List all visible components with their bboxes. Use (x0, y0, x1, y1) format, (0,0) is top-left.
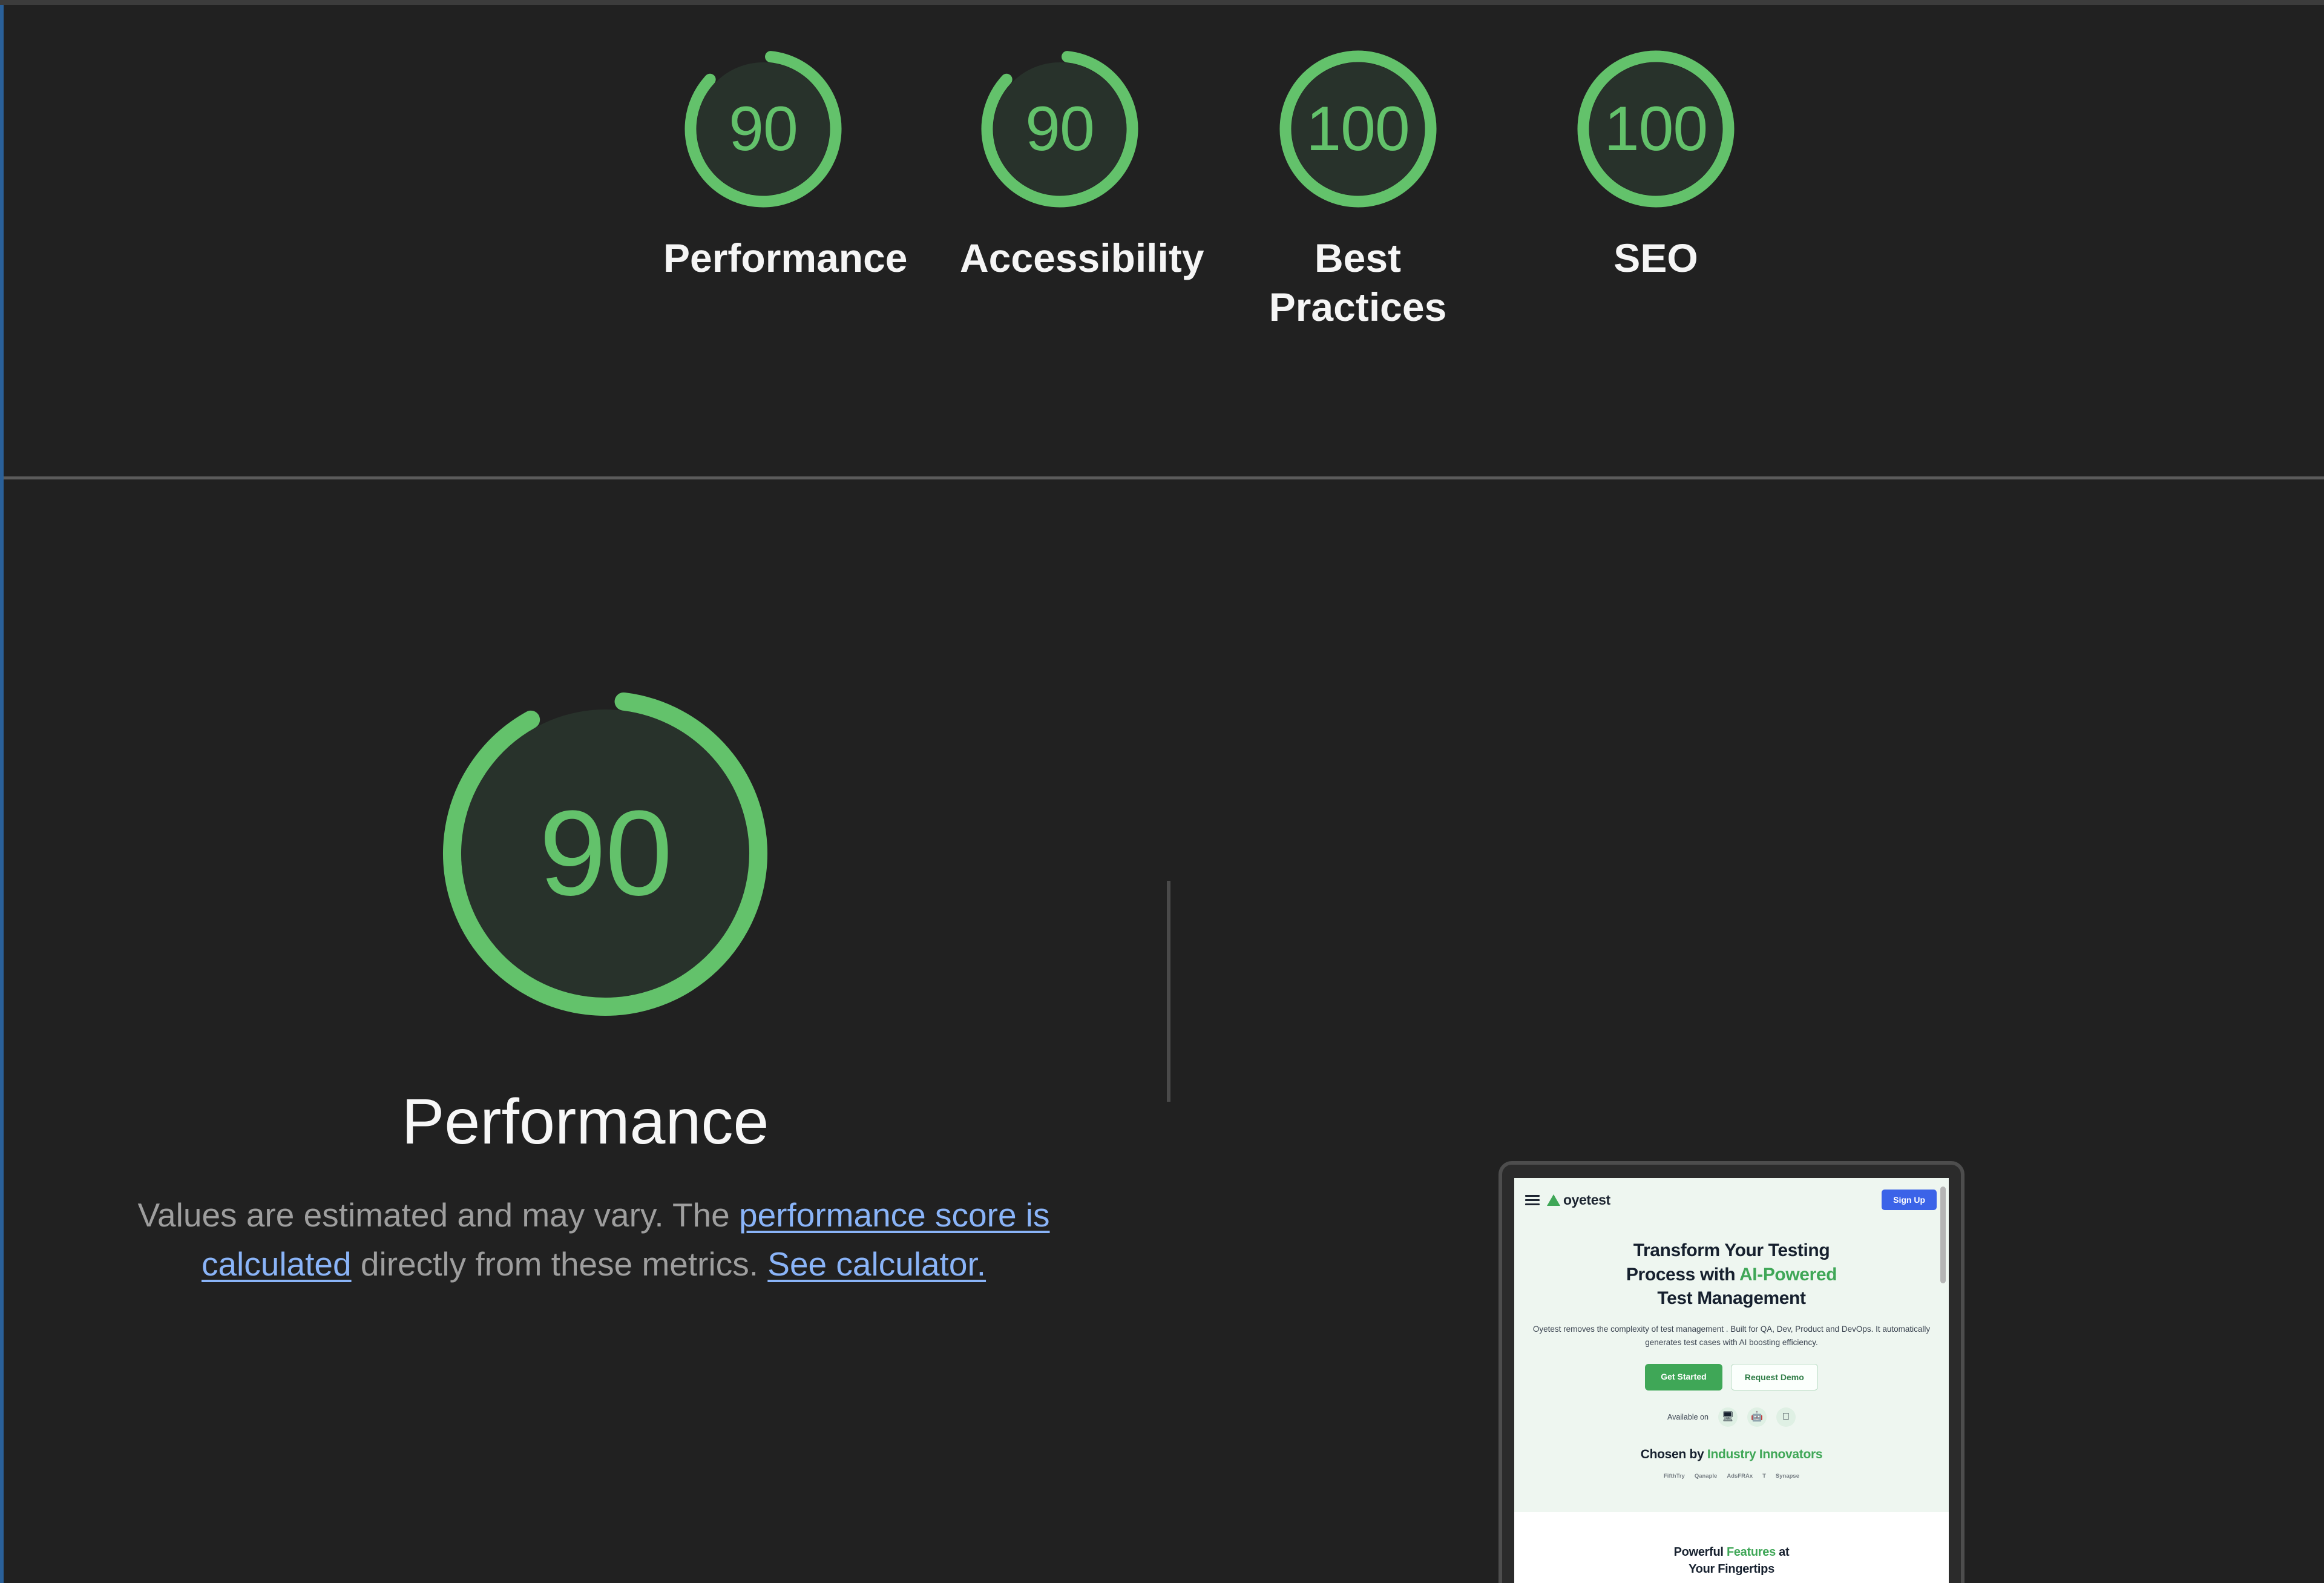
gauge-cell-accessibility[interactable]: 90 Accessibility (911, 42, 1208, 283)
gauge-large-body: 90 (424, 672, 787, 1035)
gauge-small: 90 (677, 42, 850, 216)
headline-line-3: Test Management (1657, 1288, 1806, 1309)
disclaimer-text-2: directly from these metrics. (351, 1245, 768, 1283)
section-divider-vertical (1167, 881, 1170, 1102)
gauge-small-score: 90 (729, 94, 798, 164)
lighthouse-report-page: 90 Performance 90 Accessibility 100 Best Prac… (0, 0, 2324, 1583)
headline-line-1: Transform Your Testing (1633, 1240, 1830, 1260)
features-text-d: Your Fingertips (1689, 1562, 1774, 1576)
preview-social-proof-heading: Chosen by Industry Innovators (1514, 1447, 1949, 1462)
preview-get-started-button[interactable]: Get Started (1645, 1363, 1722, 1390)
preview-hero-subtext: Oyetest removes the complexity of test m… (1532, 1324, 1931, 1347)
disclaimer-text-1: Values are estimated and may vary. The (137, 1196, 739, 1234)
preview-signup-button[interactable]: Sign Up (1882, 1190, 1937, 1210)
preview-availability-row: Available on 🖥 🤖  (1514, 1407, 1949, 1427)
gauge-small-score: 100 (1604, 94, 1709, 164)
preview-cta-row: Get Started Request Demo (1514, 1363, 1949, 1390)
performance-left-column: 90 Performance Values are estimated and … (4, 479, 1167, 1583)
gauge-large-score: 90 (539, 786, 672, 921)
preview-hero-section: oyetest Sign Up Transform Your Testing P… (1514, 1178, 1949, 1512)
preview-request-demo-button[interactable]: Request Demo (1730, 1363, 1818, 1390)
gauge-small-label: Accessibility (960, 235, 1204, 280)
gauge-cell-best-practices[interactable]: 100 Best Practices (1208, 42, 1508, 331)
preview-brand-logo[interactable]: oyetest (1547, 1192, 1610, 1208)
gauge-cell-seo[interactable]: 100 SEO (1508, 42, 1804, 283)
gauge-small: 90 (973, 42, 1146, 216)
android-icon: 🤖 (1747, 1407, 1767, 1427)
gauge-small-label: Best Practices (1269, 235, 1447, 329)
gauge-small-label: SEO (1613, 235, 1698, 280)
preview-scrollbar-thumb[interactable] (1940, 1186, 1946, 1283)
performance-title: Performance (401, 1086, 769, 1157)
hamburger-menu-icon[interactable] (1525, 1194, 1540, 1205)
preview-features-heading: Powerful Features at Your Fingertips (1514, 1544, 1949, 1578)
client-logo: T (1762, 1472, 1766, 1479)
features-highlight: Features (1726, 1545, 1776, 1559)
performance-gauge-large: 90 (424, 672, 787, 1035)
desktop-icon: 🖥 (1718, 1407, 1738, 1427)
score-summary-strip: 90 Performance 90 Accessibility 100 Best Prac… (4, 5, 2324, 478)
social-proof-highlight: Industry Innovators (1707, 1447, 1823, 1461)
headline-line-2a: Process with (1626, 1264, 1740, 1285)
device-preview-frame: oyetest Sign Up Transform Your Testing P… (1498, 1161, 1965, 1583)
preview-hero-headline: Transform Your Testing Process with AI-P… (1514, 1239, 1949, 1311)
performance-disclaimer: Values are estimated and may vary. The p… (119, 1191, 1069, 1289)
gauge-small: 100 (1569, 42, 1742, 216)
gauge-small: 100 (1272, 42, 1445, 216)
see-calculator-link[interactable]: See calculator. (767, 1245, 986, 1283)
features-text-c: at (1775, 1545, 1790, 1559)
headline-highlight: AI-Powered (1739, 1264, 1837, 1285)
client-logo: Qanaple (1694, 1472, 1718, 1479)
client-logo: Synapse (1775, 1472, 1799, 1479)
preview-navbar: oyetest Sign Up (1514, 1188, 1949, 1212)
preview-available-label: Available on (1667, 1412, 1709, 1421)
gauge-small-score: 100 (1306, 94, 1410, 164)
social-proof-text: Chosen by (1640, 1447, 1707, 1461)
device-preview-screen[interactable]: oyetest Sign Up Transform Your Testing P… (1514, 1178, 1949, 1583)
client-logo: AdsFRAx (1727, 1472, 1753, 1479)
preview-client-logo-row: FifthTry Qanaple AdsFRAx T Synapse (1514, 1473, 1949, 1506)
performance-detail-panel: 90 Performance Values are estimated and … (4, 479, 2324, 1583)
oyetest-logo-icon (1547, 1194, 1560, 1206)
gauge-small-label: Performance (663, 235, 908, 280)
gauge-cell-performance[interactable]: 90 Performance (615, 42, 911, 283)
apple-icon:  (1776, 1407, 1796, 1427)
preview-features-section: Powerful Features at Your Fingertips (1514, 1512, 1949, 1583)
features-text-a: Powerful (1673, 1545, 1727, 1559)
window-top-edge (0, 0, 2324, 5)
category-gauge-row: 90 Performance 90 Accessibility 100 Best Prac… (615, 42, 1804, 331)
gauge-small-score: 90 (1025, 94, 1095, 164)
preview-brand-name: oyetest (1563, 1191, 1610, 1208)
client-logo: FifthTry (1664, 1472, 1685, 1479)
